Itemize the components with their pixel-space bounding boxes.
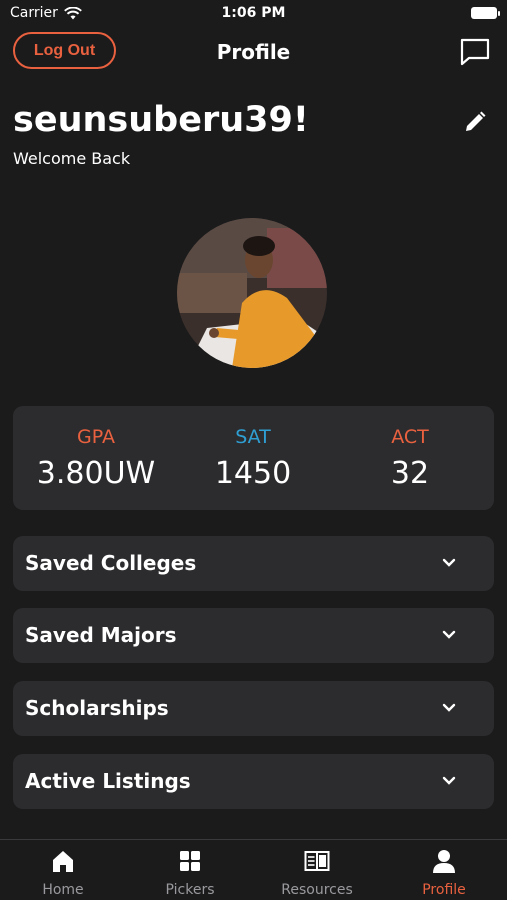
edit-icon[interactable] [463,110,487,134]
tab-label: Pickers [165,882,215,898]
section-title: Active Listings [25,769,191,793]
chevron-down-icon [442,630,456,639]
act-value: 32 [390,456,430,491]
section-title: Scholarships [25,696,169,720]
saved-majors-section[interactable]: Saved Majors [13,608,494,663]
welcome-text: Welcome Back [13,149,131,168]
tab-pickers[interactable]: Pickers [127,848,253,898]
act-label: ACT [391,426,429,448]
chevron-down-icon [442,558,456,567]
gpa-value: 3.80UW [36,456,156,491]
test-scores-card: GPA 3.80UW SAT 1450 ACT 32 [13,406,494,510]
tab-resources[interactable]: Resources [254,848,380,898]
act-stat: ACT 32 [330,426,490,491]
gpa-stat: GPA 3.80UW [16,426,176,491]
scholarships-section[interactable]: Scholarships [13,681,494,736]
book-icon [304,851,330,871]
tab-label: Profile [422,882,466,898]
page-title: Profile [216,40,291,64]
tab-label: Resources [281,882,353,898]
person-icon [433,850,455,873]
chevron-down-icon [442,703,456,712]
chevron-down-icon [442,776,456,785]
saved-colleges-section[interactable]: Saved Colleges [13,536,494,591]
tab-bar: Home Pickers Resources Profile [0,839,507,900]
nav-bar: Log Out Profile [0,32,507,74]
section-title: Saved Colleges [25,551,197,575]
sat-value: 1450 [214,456,292,491]
gpa-label: GPA [77,426,115,448]
grid-icon [180,851,200,871]
home-icon [53,851,73,872]
tab-home[interactable]: Home [0,848,126,898]
tab-profile[interactable]: Profile [381,848,507,898]
profile-photo [177,218,327,368]
active-listings-section[interactable]: Active Listings [13,754,494,809]
tab-label: Home [42,882,84,898]
sat-stat: SAT 1450 [173,426,333,491]
sat-label: SAT [235,426,271,448]
section-title: Saved Majors [25,623,177,647]
clock: 1:06 PM [221,5,286,21]
avatar[interactable] [177,218,327,368]
battery-icon [471,7,500,19]
status-bar: Carrier 1:06 PM [0,0,507,28]
chat-icon[interactable] [459,38,491,66]
username: seunsuberu39! [13,100,309,140]
